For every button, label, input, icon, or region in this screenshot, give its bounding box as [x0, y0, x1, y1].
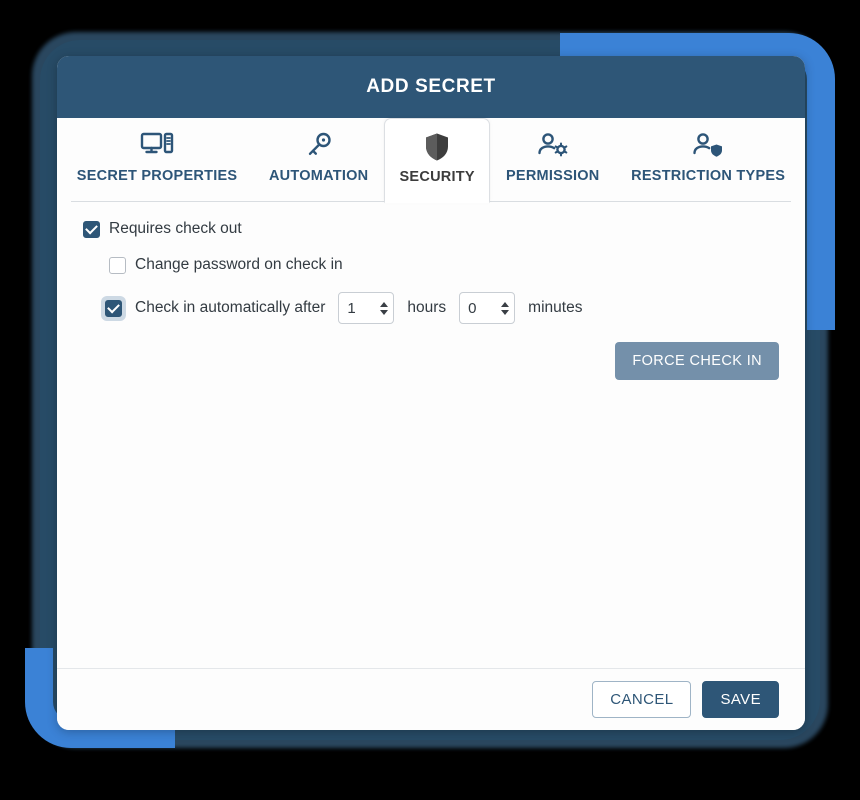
- tab-security[interactable]: SECURITY: [384, 118, 491, 203]
- minutes-unit-label: minutes: [528, 299, 583, 316]
- change-password-row: Change password on check in: [109, 256, 779, 274]
- hours-decrement-arrow-icon[interactable]: [380, 309, 389, 315]
- hours-unit-label: hours: [407, 299, 447, 316]
- person-gear-icon: [536, 127, 570, 165]
- check-in-automatically-row: Check in automatically after hours: [101, 292, 779, 324]
- minutes-spinner[interactable]: [501, 301, 510, 315]
- cancel-button[interactable]: CANCEL: [592, 681, 692, 718]
- add-secret-dialog: ADD SECRET SECRET PROPERTIES AUTOMATION …: [57, 56, 805, 730]
- screenshot-stage: ADD SECRET SECRET PROPERTIES AUTOMATION …: [0, 0, 860, 800]
- hours-input[interactable]: [347, 299, 379, 317]
- dialog-footer: CANCEL SAVE: [57, 668, 805, 730]
- minutes-stepper[interactable]: [459, 292, 516, 324]
- force-check-in-button[interactable]: FORCE CHECK IN: [615, 342, 779, 380]
- dialog-title: ADD SECRET: [366, 76, 496, 97]
- tab-secret-properties[interactable]: SECRET PROPERTIES: [61, 118, 253, 202]
- save-button[interactable]: SAVE: [702, 681, 779, 718]
- dialog-title-bar: ADD SECRET: [57, 56, 805, 118]
- tab-permission[interactable]: PERMISSION: [490, 118, 615, 202]
- tab-label: SECRET PROPERTIES: [76, 168, 238, 184]
- tab-automation[interactable]: AUTOMATION: [253, 118, 384, 202]
- minutes-decrement-arrow-icon[interactable]: [501, 309, 510, 315]
- change-password-label: Change password on check in: [135, 256, 343, 273]
- change-password-checkbox[interactable]: [109, 256, 126, 274]
- monitor-tower-icon: [140, 127, 174, 165]
- check-in-auto-checkbox[interactable]: [105, 299, 122, 317]
- shield-icon: [424, 128, 450, 166]
- force-check-in-row: FORCE CHECK IN: [83, 342, 779, 380]
- dialog-body: Requires check out Change password on ch…: [57, 202, 805, 668]
- hours-stepper[interactable]: [338, 292, 395, 324]
- key-icon: [304, 127, 334, 165]
- tab-label: RESTRICTION TYPES: [631, 168, 786, 184]
- person-shield-icon: [691, 127, 725, 165]
- requires-check-out-row: Requires check out: [83, 220, 779, 238]
- hours-increment-arrow-icon[interactable]: [380, 301, 389, 307]
- check-in-auto-checkbox-focus-ring: [101, 295, 126, 321]
- hours-spinner[interactable]: [380, 301, 389, 315]
- tab-label: AUTOMATION: [268, 168, 369, 184]
- check-in-auto-label: Check in automatically after: [135, 299, 326, 316]
- requires-check-out-label: Requires check out: [109, 220, 242, 237]
- tab-restriction-types[interactable]: RESTRICTION TYPES: [615, 118, 801, 202]
- tab-label: SECURITY: [399, 169, 475, 185]
- tab-label: PERMISSION: [505, 168, 600, 184]
- minutes-input[interactable]: [468, 299, 500, 317]
- requires-check-out-checkbox[interactable]: [83, 220, 100, 238]
- minutes-increment-arrow-icon[interactable]: [501, 301, 510, 307]
- tab-strip: SECRET PROPERTIES AUTOMATION SECURITY PE…: [57, 118, 805, 203]
